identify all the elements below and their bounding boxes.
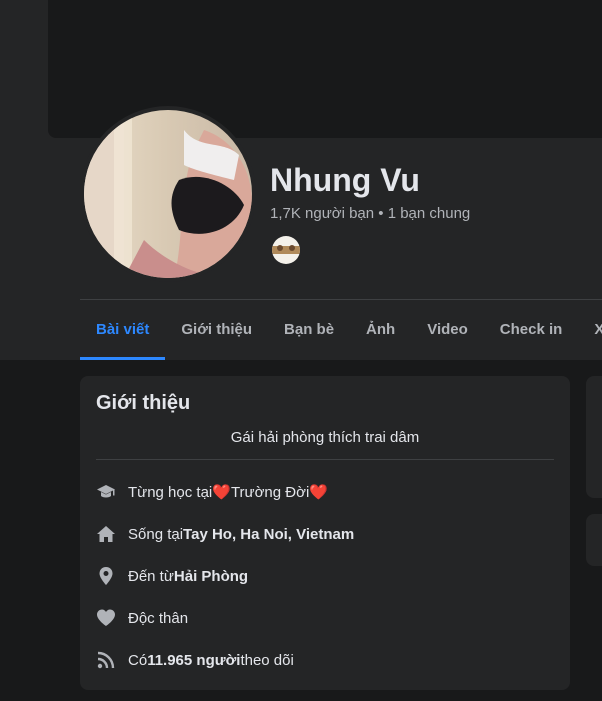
tab-more[interactable]: Xem xyxy=(578,300,602,360)
graduation-cap-icon xyxy=(96,482,116,502)
tab-about[interactable]: Giới thiệu xyxy=(165,300,268,360)
hometown-location[interactable]: Hải Phòng xyxy=(174,568,248,585)
relationship-status: Độc thân xyxy=(128,609,189,627)
intro-card: Giới thiệu Gái hải phòng thích trai dâm … xyxy=(80,376,570,690)
bio-text: Gái hải phòng thích trai dâm xyxy=(230,429,420,446)
profile-tabs: Bài viết Giới thiệu Bạn bè Ảnh Video Che… xyxy=(80,300,602,360)
relationship-item: Độc thân xyxy=(96,606,188,630)
right-column-card-2 xyxy=(586,514,602,566)
facebook-profile-page: Nhung Vu 1,7K người bạn • 1 bạn chung Bà… xyxy=(0,0,602,701)
lives-in-prefix: Sống tại xyxy=(128,525,184,543)
location-pin-icon xyxy=(96,566,116,586)
lives-in-location[interactable]: Tay Ho, Ha Noi, Vietnam xyxy=(183,526,354,543)
right-column-card-1 xyxy=(586,376,602,498)
heart-icon xyxy=(96,608,116,628)
followers-count[interactable]: 11.965 người xyxy=(147,652,240,669)
tab-check-ins[interactable]: Check in xyxy=(484,300,579,360)
followers-prefix: Có xyxy=(128,651,148,669)
friend-count[interactable]: 1,7K người bạn • 1 bạn chung xyxy=(270,205,470,222)
education-item: Từng học tại ❤️ Trường Đời ❤️ xyxy=(96,480,328,504)
hometown-prefix: Đến từ xyxy=(128,567,174,585)
school-name[interactable]: Trường Đời xyxy=(231,484,309,501)
intro-title: Giới thiệu xyxy=(96,392,191,414)
heart-emoji-right: ❤️ xyxy=(309,484,328,501)
lives-in-item: Sống tại Tay Ho, Ha Noi, Vietnam xyxy=(96,522,354,546)
profile-name: Nhung Vu xyxy=(270,162,420,198)
hometown-item: Đến từ Hải Phòng xyxy=(96,564,248,588)
followers-suffix: theo dõi xyxy=(240,651,294,669)
heart-emoji-left: ❤️ xyxy=(212,484,231,501)
tab-friends[interactable]: Bạn bè xyxy=(268,300,350,360)
tab-videos[interactable]: Video xyxy=(411,300,484,360)
profile-header: Nhung Vu 1,7K người bạn • 1 bạn chung Bà… xyxy=(0,0,602,360)
intro-divider xyxy=(96,459,554,460)
home-icon xyxy=(96,524,116,544)
tab-photos[interactable]: Ảnh xyxy=(350,300,411,360)
tab-posts[interactable]: Bài viết xyxy=(80,300,166,360)
mutual-friend-avatar[interactable] xyxy=(270,234,302,266)
education-prefix: Từng học tại xyxy=(128,483,213,501)
followers-item: Có 11.965 người theo dõi xyxy=(96,648,294,672)
profile-avatar[interactable] xyxy=(80,106,256,282)
rss-feed-icon xyxy=(96,650,116,670)
